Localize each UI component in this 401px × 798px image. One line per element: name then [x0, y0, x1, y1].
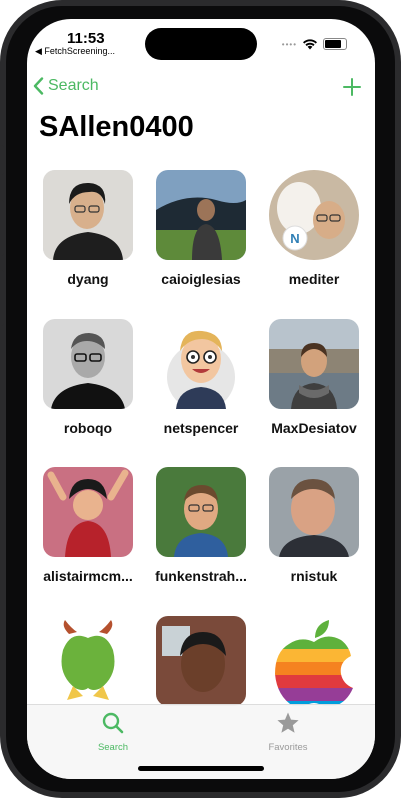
volume-down-button	[0, 270, 4, 326]
screen: 11:53 ◀ FetchScreening... •••• Search SA…	[27, 19, 375, 779]
wifi-icon	[303, 39, 317, 50]
user-cell[interactable]: netspencer	[145, 319, 257, 451]
mute-switch	[0, 145, 4, 175]
svg-text:N: N	[290, 231, 299, 246]
magnifier-icon	[102, 712, 124, 734]
username-label: rnistuk	[290, 568, 338, 584]
back-button-label: Search	[48, 77, 99, 94]
home-indicator[interactable]	[138, 766, 264, 771]
user-cell[interactable]: funkenstrah...	[145, 467, 257, 599]
user-avatar	[156, 616, 246, 706]
back-to-app-link[interactable]: ◀ FetchScreening...	[35, 46, 115, 57]
user-avatar	[43, 170, 133, 260]
user-cell[interactable]: MaxDesiatov	[258, 319, 370, 451]
user-cell[interactable]: rnistuk	[258, 467, 370, 599]
username-label: netspencer	[163, 420, 239, 436]
user-avatar	[156, 467, 246, 557]
user-avatar	[269, 319, 359, 409]
plus-icon	[343, 78, 361, 96]
user-avatar	[156, 319, 246, 409]
navigation-bar: Search	[27, 77, 375, 107]
device-frame: 11:53 ◀ FetchScreening... •••• Search SA…	[0, 0, 401, 798]
user-avatar	[269, 616, 359, 706]
tab-bar: Search Favorites	[27, 704, 375, 779]
back-button[interactable]: Search	[33, 77, 99, 95]
user-cell[interactable]: N mediter	[258, 170, 370, 302]
user-avatar	[43, 616, 133, 706]
user-avatar: N	[269, 170, 359, 260]
user-avatar	[156, 170, 246, 260]
status-bar: 11:53 ◀ FetchScreening... ••••	[27, 19, 375, 67]
tab-favorites[interactable]: Favorites	[228, 711, 348, 753]
star-icon	[277, 712, 299, 733]
side-button	[397, 225, 401, 315]
volume-up-button	[0, 200, 4, 256]
tab-search[interactable]: Search	[53, 711, 173, 753]
username-label: caioiglesias	[161, 271, 241, 287]
user-cell[interactable]: roboqo	[32, 319, 144, 451]
user-cell[interactable]: caioiglesias	[145, 170, 257, 302]
tab-favorites-label: Favorites	[268, 742, 308, 753]
username-label: dyang	[67, 271, 109, 287]
tab-search-label: Search	[97, 742, 129, 753]
user-avatar	[43, 319, 133, 409]
user-cell[interactable]: alistairmcm...	[32, 467, 144, 599]
username-label: funkenstrah...	[155, 568, 247, 584]
battery-icon	[323, 38, 347, 50]
username-label: roboqo	[63, 420, 113, 436]
username-label: mediter	[288, 271, 340, 287]
status-icons: ••••	[282, 38, 347, 50]
chevron-left-icon	[33, 77, 44, 95]
user-avatar	[269, 467, 359, 557]
user-cell[interactable]: dyang	[32, 170, 144, 302]
signal-dots-icon: ••••	[281, 39, 297, 49]
page-title: SAllen0400	[39, 111, 194, 143]
username-label: alistairmcm...	[43, 568, 133, 584]
username-label: MaxDesiatov	[271, 420, 357, 436]
dynamic-island	[145, 28, 257, 60]
status-time: 11:53	[67, 30, 105, 47]
user-avatar	[43, 467, 133, 557]
add-button[interactable]	[343, 78, 361, 101]
